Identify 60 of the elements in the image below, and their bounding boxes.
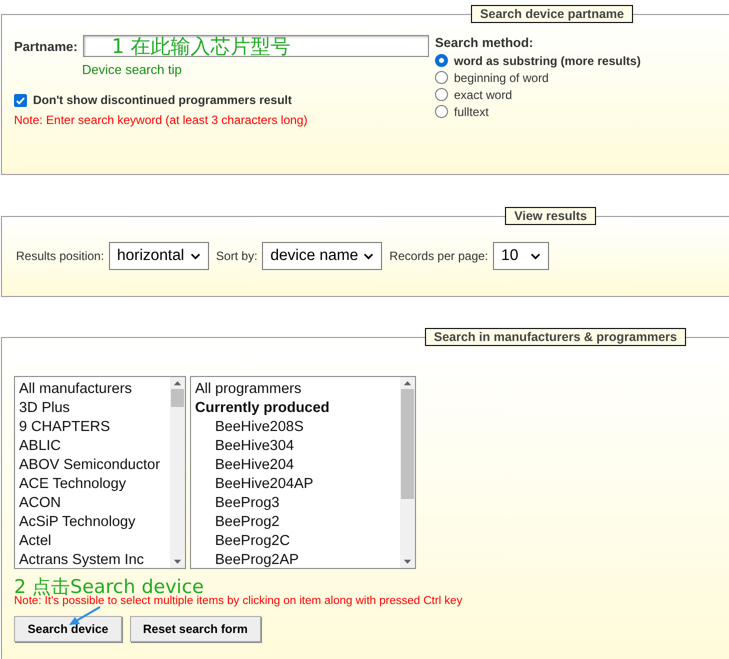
section-legend: View results: [505, 207, 596, 225]
field-label: Partname:: [14, 38, 78, 54]
note-text: Note: Enter search keyword (at least 3 characters long): [14, 113, 308, 127]
list-item[interactable]: BeeProg2C: [195, 532, 400, 551]
dropdown[interactable]: device name: [262, 242, 382, 270]
list-item[interactable]: Actel: [19, 532, 170, 551]
list-item[interactable]: BeeProg2: [195, 513, 400, 532]
scroll-down-icon[interactable]: [173, 559, 182, 565]
scroll-down-icon[interactable]: [403, 559, 412, 565]
dropdown[interactable]: horizontal: [109, 242, 210, 270]
list-item[interactable]: ABLIC: [19, 437, 170, 456]
list-item[interactable]: All programmers: [195, 380, 400, 399]
list-item[interactable]: ACON: [19, 494, 170, 513]
scrollbar-thumb[interactable]: [171, 389, 184, 407]
select-label: Records per page:: [389, 249, 488, 263]
list-item[interactable]: BeeProg2AP: [195, 551, 400, 568]
manufacturer-listbox[interactable]: All manufacturers 3D Plus 9 CHAPTERS ABLIC ABOV Semiconductor ACE Technology ACON AcSiP Technology Actel Actrans System Inc: [14, 376, 186, 569]
scroll-up-icon[interactable]: [173, 380, 182, 386]
list-item[interactable]: All manufacturers: [19, 380, 170, 399]
select-label: Sort by:: [216, 249, 258, 263]
select-label: Results position:: [16, 249, 104, 263]
chevron-down-icon: [190, 252, 202, 260]
form-button[interactable]: Search device: [14, 616, 122, 642]
list-item[interactable]: Currently produced: [195, 399, 400, 418]
scrollbar[interactable]: [400, 377, 415, 568]
radio-button[interactable]: [435, 88, 448, 101]
list-item[interactable]: BeeProg3: [195, 494, 400, 513]
scroll-up-icon[interactable]: [403, 380, 412, 386]
programmer-listbox[interactable]: All programmers Currently produced BeeHive208S BeeHive304 BeeHive204 BeeHive204AP BeeProg3 BeeProg2 BeeProg2C BeeProg2AP: [190, 376, 416, 569]
list-item[interactable]: BeeHive304: [195, 437, 400, 456]
list-item[interactable]: ABOV Semiconductor: [19, 456, 170, 475]
list-item[interactable]: ACE Technology: [19, 475, 170, 494]
annotation-arrow: [68, 606, 102, 626]
radio-button[interactable]: [435, 71, 448, 84]
list-item[interactable]: BeeHive204AP: [195, 475, 400, 494]
list-item[interactable]: 9 CHAPTERS: [19, 418, 170, 437]
radio-label: word as substring (more results): [454, 54, 641, 68]
radio-button[interactable]: [435, 54, 448, 67]
radio-button[interactable]: [435, 105, 448, 118]
search-tip-link[interactable]: Device search tip: [82, 62, 435, 77]
scrollbar[interactable]: [170, 377, 185, 568]
note-text: Note: It's possible to select multiple items by clicking on item along with pressed Ctrl key: [14, 595, 464, 607]
radio-label: beginning of word: [454, 70, 549, 84]
chevron-down-icon: [363, 252, 374, 260]
section-legend: Search in manufacturers & programmers: [424, 328, 686, 346]
radio-label: fulltext: [454, 104, 489, 118]
dropdown[interactable]: 10: [493, 242, 550, 270]
method-label: Search method:: [435, 35, 534, 50]
scrollbar-thumb[interactable]: [401, 389, 414, 499]
chevron-down-icon: [530, 252, 542, 260]
list-item[interactable]: BeeHive204: [195, 456, 400, 475]
form-button[interactable]: Reset search form: [130, 616, 261, 642]
list-item[interactable]: Actrans System Inc: [19, 551, 170, 568]
checkbox-label: Don't show discontinued programmers result: [33, 93, 292, 107]
radio-label: exact word: [454, 88, 512, 102]
list-item[interactable]: BeeHive208S: [195, 418, 400, 437]
checkbox[interactable]: [14, 94, 27, 106]
section-legend: Search device partname: [471, 5, 633, 23]
list-item[interactable]: 3D Plus: [19, 399, 170, 418]
list-item[interactable]: AcSiP Technology: [19, 513, 170, 532]
